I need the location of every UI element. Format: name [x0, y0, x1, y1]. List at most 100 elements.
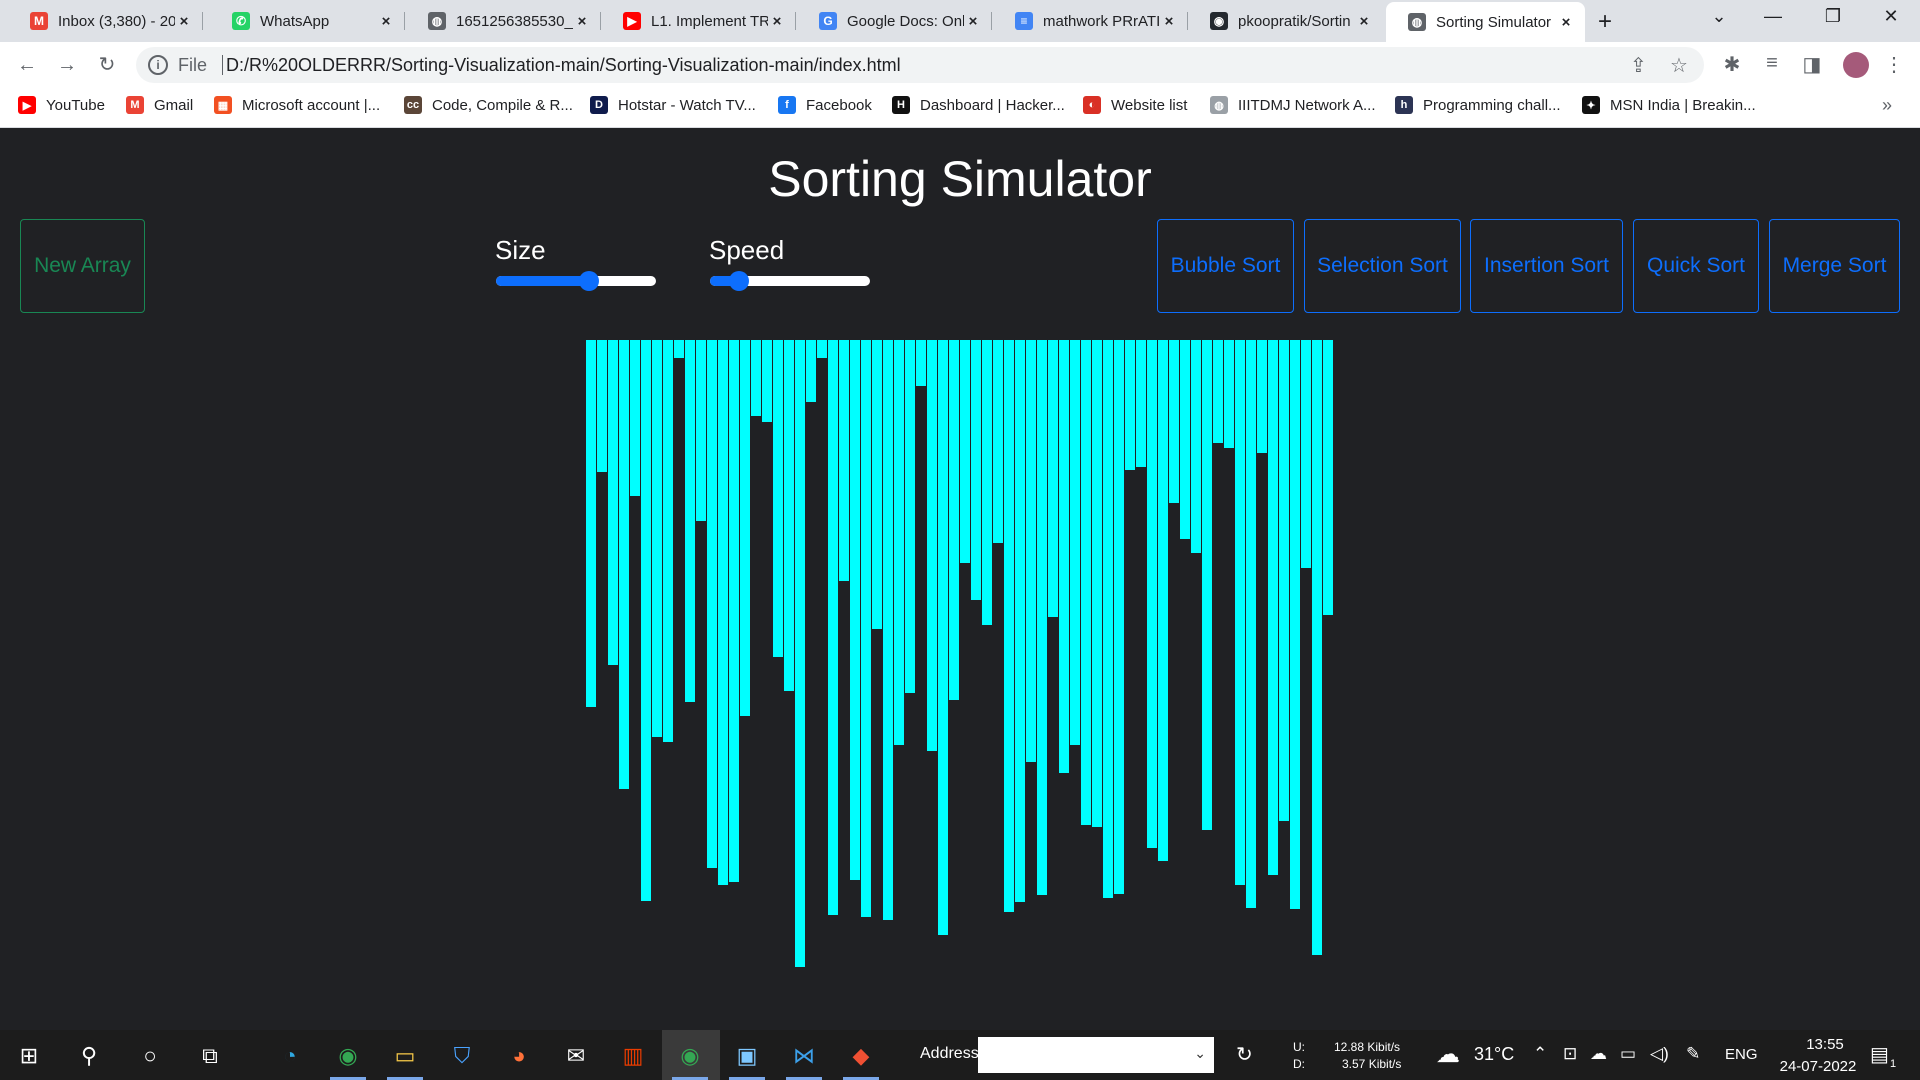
bookmarks-more-button[interactable]: »: [1882, 95, 1892, 116]
edge-icon[interactable]: ◔: [273, 1040, 307, 1072]
meet-now-icon[interactable]: ⊡: [1563, 1044, 1577, 1064]
search-icon[interactable]: ⚲: [72, 1040, 106, 1072]
app-icon[interactable]: ▣: [730, 1040, 764, 1072]
array-bar: [784, 340, 794, 691]
browser-tab-active[interactable]: ◍ Sorting Simulator ×: [1386, 2, 1585, 42]
close-tab-icon[interactable]: ×: [1160, 13, 1178, 30]
firefox-icon[interactable]: ◕: [502, 1040, 536, 1072]
close-tab-icon[interactable]: ×: [175, 13, 193, 30]
pen-icon[interactable]: ✎: [1686, 1044, 1700, 1064]
restore-button[interactable]: ❐: [1818, 6, 1848, 27]
bookmark-item[interactable]: ✦ MSN India | Breakin...: [1582, 96, 1756, 114]
file-explorer-icon[interactable]: ▭: [388, 1040, 422, 1072]
chevron-down-icon[interactable]: ⌄: [1194, 1045, 1206, 1062]
close-tab-icon[interactable]: ×: [964, 13, 982, 30]
mail-icon[interactable]: ✉: [559, 1040, 593, 1072]
language-indicator[interactable]: ENG: [1725, 1046, 1758, 1063]
site-info-icon[interactable]: i: [148, 55, 168, 75]
hackerrank-icon: H: [892, 96, 910, 114]
start-icon[interactable]: ⊞: [12, 1040, 46, 1072]
side-panel-icon[interactable]: ◨: [1799, 52, 1825, 77]
chrome-active-icon[interactable]: ◉: [673, 1040, 707, 1072]
chevron-up-icon[interactable]: ⌃: [1533, 1044, 1547, 1064]
bookmark-label: Dashboard | Hacker...: [920, 96, 1065, 114]
notifications-icon[interactable]: ▤: [1870, 1042, 1889, 1067]
browser-tab[interactable]: G Google Docs: Onl ×: [797, 0, 992, 42]
volume-icon[interactable]: ◁): [1650, 1044, 1669, 1064]
onedrive-icon[interactable]: ☁: [1590, 1044, 1607, 1064]
bookmark-item[interactable]: ▦ Microsoft account |...: [214, 96, 380, 114]
net-download-label: D:: [1293, 1057, 1305, 1071]
address-bar[interactable]: i File D:/R%20OLDERRR/Sorting-Visualizat…: [136, 47, 1704, 83]
array-bars: [586, 340, 1334, 980]
browser-tab[interactable]: ◉ pkoopratik/Sortin ×: [1188, 0, 1383, 42]
git-icon[interactable]: ◆: [844, 1040, 878, 1072]
share-icon[interactable]: ⇪: [1630, 53, 1647, 78]
microsoft-icon: ▦: [214, 96, 232, 114]
bookmark-item[interactable]: f Facebook: [778, 96, 872, 114]
taskbar-address-input[interactable]: ⌄: [978, 1037, 1214, 1073]
docs-icon: ≡: [1015, 12, 1033, 30]
forward-button[interactable]: →: [52, 50, 82, 80]
bookmark-item[interactable]: h Programming chall...: [1395, 96, 1561, 114]
speed-slider[interactable]: [710, 271, 870, 291]
bookmark-star-icon[interactable]: ☆: [1670, 53, 1688, 78]
size-slider-thumb[interactable]: [578, 271, 599, 291]
merge-sort-button[interactable]: Merge Sort: [1769, 219, 1900, 313]
clock-time[interactable]: 13:55: [1790, 1036, 1860, 1053]
browser-tab[interactable]: ✆ WhatsApp ×: [210, 0, 405, 42]
profile-avatar[interactable]: [1843, 52, 1869, 78]
refresh-icon[interactable]: ↻: [1236, 1042, 1253, 1067]
clock-date[interactable]: 24-07-2022: [1768, 1058, 1868, 1075]
close-tab-icon[interactable]: ×: [377, 13, 395, 30]
address-divider: [222, 55, 223, 75]
cortana-icon[interactable]: ○: [133, 1040, 167, 1072]
selection-sort-button[interactable]: Selection Sort: [1304, 219, 1461, 313]
office-icon[interactable]: ▥: [616, 1040, 650, 1072]
quick-sort-button[interactable]: Quick Sort: [1633, 219, 1759, 313]
temperature[interactable]: 31°C: [1474, 1044, 1514, 1065]
bookmark-item[interactable]: ▶ YouTube: [18, 96, 105, 114]
close-tab-icon[interactable]: ×: [768, 13, 786, 30]
battery-icon[interactable]: ▭: [1620, 1044, 1636, 1064]
array-bar: [1257, 340, 1267, 453]
store-icon[interactable]: ⛉: [445, 1040, 479, 1072]
browser-tab[interactable]: ≡ mathwork PRrATI ×: [993, 0, 1188, 42]
chrome-icon[interactable]: ◉: [331, 1040, 365, 1072]
close-tab-icon[interactable]: ×: [1557, 14, 1575, 31]
speed-slider-thumb[interactable]: [728, 271, 749, 291]
tab-search-button[interactable]: ⌄: [1704, 6, 1734, 27]
new-array-button[interactable]: New Array: [20, 219, 145, 313]
website-icon: ◐: [1083, 96, 1101, 114]
tab-title: L1. Implement TR: [651, 12, 768, 30]
bookmark-item[interactable]: D Hotstar - Watch TV...: [590, 96, 756, 114]
browser-tab[interactable]: ◍ 1651256385530_[×: [406, 0, 601, 42]
task-view-icon[interactable]: ⧉: [193, 1040, 227, 1072]
bookmark-item[interactable]: ◐ Website list: [1083, 96, 1187, 114]
bookmark-item[interactable]: ◍ IIITDMJ Network A...: [1210, 96, 1376, 114]
close-window-button[interactable]: ✕: [1876, 6, 1906, 27]
weather-icon[interactable]: ☁: [1436, 1040, 1460, 1069]
array-bar: [872, 340, 882, 629]
browser-tab[interactable]: ▶ L1. Implement TR ×: [601, 0, 796, 42]
extensions-icon[interactable]: ✱: [1719, 52, 1745, 77]
close-tab-icon[interactable]: ×: [573, 13, 591, 30]
menu-icon[interactable]: ⋮: [1881, 52, 1907, 77]
minimize-button[interactable]: —: [1758, 6, 1788, 27]
reading-list-icon[interactable]: ≡: [1759, 52, 1785, 75]
bookmark-item[interactable]: cc Code, Compile & R...: [404, 96, 573, 114]
array-bar: [1191, 340, 1201, 553]
vscode-icon[interactable]: ⋈: [787, 1040, 821, 1072]
address-url[interactable]: D:/R%20OLDERRR/Sorting-Visualization-mai…: [226, 55, 901, 76]
bubble-sort-button[interactable]: Bubble Sort: [1157, 219, 1294, 313]
reload-button[interactable]: ↻: [92, 50, 122, 80]
bookmark-item[interactable]: H Dashboard | Hacker...: [892, 96, 1065, 114]
new-tab-button[interactable]: +: [1598, 8, 1612, 36]
tab-title: WhatsApp: [260, 12, 330, 30]
browser-tab[interactable]: M Inbox (3,380) - 20 ×: [8, 0, 203, 42]
close-tab-icon[interactable]: ×: [1355, 13, 1373, 30]
back-button[interactable]: ←: [12, 50, 42, 80]
bookmark-item[interactable]: M Gmail: [126, 96, 193, 114]
size-slider[interactable]: [496, 271, 656, 291]
insertion-sort-button[interactable]: Insertion Sort: [1470, 219, 1623, 313]
